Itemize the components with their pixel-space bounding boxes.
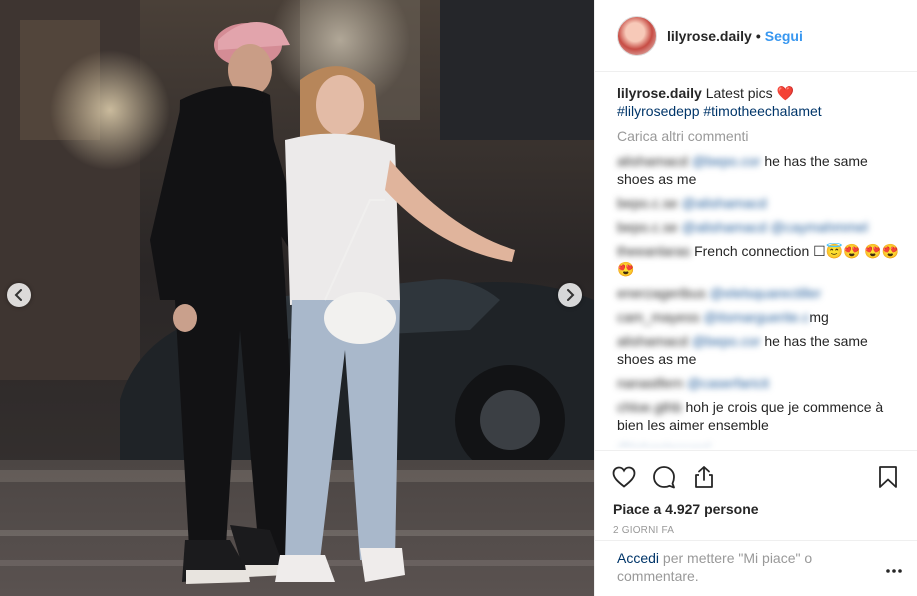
post-photo[interactable] bbox=[0, 0, 594, 596]
post-caption: lilyrose.daily Latest pics ❤️ #lilyrosed… bbox=[617, 84, 901, 120]
bookmark-icon bbox=[879, 466, 897, 488]
more-options-button[interactable] bbox=[885, 561, 903, 577]
load-more-comments-link[interactable]: Carica altri commenti bbox=[617, 128, 901, 144]
post-side-panel: lilyrose.daily • Segui lilyrose.daily La… bbox=[594, 0, 917, 596]
share-icon bbox=[695, 466, 713, 488]
heart-icon bbox=[612, 466, 636, 488]
caption-hashtags[interactable]: #lilyrosedepp #timotheechalamet bbox=[617, 103, 822, 119]
comment-item: bepo.c.se @alishamacd bbox=[617, 194, 901, 212]
caption-username[interactable]: lilyrose.daily bbox=[617, 85, 702, 101]
previous-photo-button[interactable] bbox=[7, 283, 31, 307]
share-button[interactable] bbox=[691, 464, 717, 490]
actions-section: Piace a 4.927 persone 2 GIORNI FA bbox=[595, 450, 917, 536]
comment-username[interactable]: bepo.c.se bbox=[617, 219, 678, 235]
caption-heart-emoji: ❤️ bbox=[776, 85, 794, 101]
post-timestamp[interactable]: 2 GIORNI FA bbox=[613, 525, 901, 536]
comment-username[interactable]: alishamacd bbox=[617, 333, 688, 349]
comment-item: alishamacd @bepo.cor he has the same sho… bbox=[617, 152, 901, 188]
comment-mention[interactable]: @caserfaricit bbox=[687, 375, 769, 391]
comment-username[interactable]: alishamacd bbox=[617, 153, 688, 169]
comment-item: enerzageribus @elelsquarectiller bbox=[617, 284, 901, 302]
login-link[interactable]: Accedi bbox=[617, 550, 659, 566]
comment-mention[interactable]: @lohanlessard bbox=[617, 441, 711, 450]
chevron-left-icon bbox=[14, 289, 22, 301]
comment-item: cam_mayess @itsmarguerite.cmg bbox=[617, 308, 901, 326]
comment-text: mg bbox=[809, 309, 829, 325]
comment-item: theeanlaras French connection ☐😇😍 😍😍😍 bbox=[617, 242, 901, 278]
more-dots-icon bbox=[886, 569, 902, 573]
comment-username[interactable]: bepo.c.se bbox=[617, 195, 678, 211]
comment-username[interactable]: cam_mayess bbox=[617, 309, 699, 325]
comment-item: nanastfern @caserfaricit bbox=[617, 374, 901, 392]
photo-scene bbox=[0, 0, 594, 596]
separator-dot: • bbox=[755, 27, 761, 44]
comment-mention[interactable]: @bepo.cor bbox=[692, 153, 761, 169]
chevron-right-icon bbox=[567, 289, 575, 301]
comment-mention[interactable]: @itsmarguerite.c bbox=[703, 309, 809, 325]
comment-item: @lohanlessard bbox=[617, 440, 901, 450]
comment-username[interactable]: chloe.gthb bbox=[617, 399, 682, 415]
like-button[interactable] bbox=[611, 464, 637, 490]
avatar[interactable] bbox=[617, 15, 657, 56]
comment-username[interactable]: enerzageribus bbox=[617, 285, 706, 301]
caption-text: Latest pics bbox=[705, 85, 773, 101]
comment-item: chloe.gthb hoh je crois que je commence … bbox=[617, 398, 901, 434]
header-username[interactable]: lilyrose.daily bbox=[667, 28, 752, 44]
action-bar bbox=[611, 461, 901, 493]
save-button[interactable] bbox=[875, 464, 901, 490]
comment-username[interactable]: theeanlaras bbox=[617, 243, 690, 259]
likes-count[interactable]: Piace a 4.927 persone bbox=[613, 501, 901, 517]
comment-mention[interactable]: @bepo.cor bbox=[692, 333, 761, 349]
next-photo-button[interactable] bbox=[558, 283, 582, 307]
follow-button[interactable]: Segui bbox=[765, 28, 803, 44]
comment-icon bbox=[653, 466, 675, 489]
login-text: Accedi per mettere "Mi piace" o commenta… bbox=[617, 549, 847, 596]
comment-mention[interactable]: @elelsquarectiller bbox=[710, 285, 821, 301]
comment-item: bepo.c.se @alishamacd @caymahmmel bbox=[617, 218, 901, 236]
login-prompt: Accedi per mettere "Mi piace" o commenta… bbox=[595, 540, 917, 596]
comment-button[interactable] bbox=[651, 464, 677, 490]
comment-mention[interactable]: @alishamacd @caymahmmel bbox=[682, 219, 868, 235]
comments-list[interactable]: lilyrose.daily Latest pics ❤️ #lilyrosed… bbox=[595, 72, 917, 450]
instagram-post: lilyrose.daily • Segui lilyrose.daily La… bbox=[0, 0, 917, 596]
comment-item: alishamacd @bepo.cor he has the same sho… bbox=[617, 332, 901, 368]
post-header: lilyrose.daily • Segui bbox=[595, 0, 917, 72]
comment-mention[interactable]: @alishamacd bbox=[682, 195, 767, 211]
comment-username[interactable]: nanastfern bbox=[617, 375, 683, 391]
